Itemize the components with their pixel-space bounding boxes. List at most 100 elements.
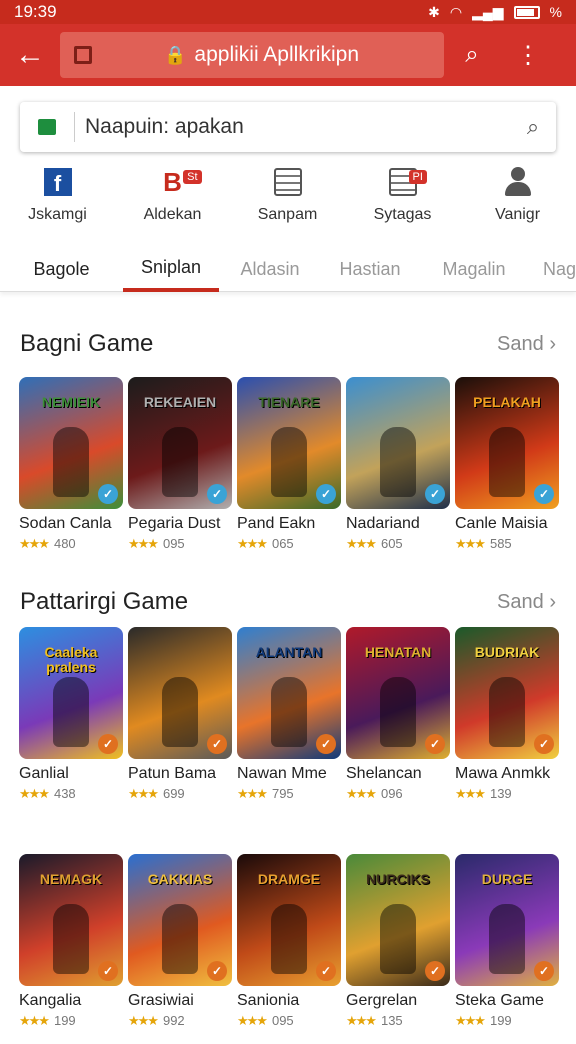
game-name: Nawan Mme: [237, 765, 327, 782]
game-thumbnail[interactable]: REKEAIEN ✓: [128, 377, 232, 509]
stars-icon: ★★★: [19, 1013, 50, 1028]
tab-magalin[interactable]: Magalin: [419, 246, 529, 292]
category-item-b[interactable]: B St Aldekan: [115, 164, 230, 236]
game-card[interactable]: NEMIEIK ✓ Sodan Canla ★★★ 480: [19, 377, 123, 552]
category-label: Sanpam: [257, 206, 318, 223]
tabs-icon[interactable]: [74, 46, 92, 64]
category-item-calendar[interactable]: Sanpam: [230, 164, 345, 236]
character-figure: [271, 427, 307, 497]
character-figure: [162, 427, 198, 497]
character-figure: [53, 677, 89, 747]
search-input[interactable]: Naapuin: apakan: [85, 115, 510, 139]
game-card[interactable]: NEMAGK ✓ Kangalia ★★★ 199: [19, 854, 123, 1029]
verified-icon: ✓: [534, 484, 554, 504]
facebook-icon: f: [43, 168, 72, 196]
character-figure: [380, 904, 416, 974]
chevron-right-icon: ›: [549, 333, 556, 355]
game-rating: ★★★ 095: [128, 536, 185, 551]
game-thumbnail[interactable]: Caaleka pralens ✓: [19, 627, 123, 759]
check-icon: ✓: [98, 961, 118, 981]
game-thumbnail[interactable]: ALANTAN ✓: [237, 627, 341, 759]
badge: St: [183, 170, 202, 184]
game-card[interactable]: PELAKAH ✓ Canle Maisia ★★★ 585: [455, 377, 559, 552]
game-card[interactable]: ✓ Patun Bama ★★★ 699: [128, 627, 232, 802]
character-figure: [162, 904, 198, 974]
game-thumbnail[interactable]: TIENARE ✓: [237, 377, 341, 509]
check-icon: ✓: [534, 734, 554, 754]
wifi-icon: ◠: [449, 3, 463, 20]
game-name: Canle Maisia: [455, 515, 548, 532]
tab-hastian[interactable]: Hastian: [321, 246, 419, 292]
category-label: Sytagas: [373, 206, 432, 223]
stars-icon: ★★★: [128, 1013, 159, 1028]
game-rating: ★★★ 065: [237, 536, 294, 551]
verified-icon: ✓: [98, 484, 118, 504]
game-thumbnail[interactable]: NURCIKS ✓: [346, 854, 450, 986]
category-item-person[interactable]: Vanigr: [460, 164, 575, 236]
character-figure: [489, 677, 525, 747]
game-art-title: Caaleka pralens: [44, 644, 98, 675]
game-name: Gergrelan: [346, 992, 418, 1009]
game-rating: ★★★ 139: [455, 786, 512, 801]
game-thumbnail[interactable]: DRAMGE ✓: [237, 854, 341, 986]
url-text: applikii Apllkrikipn: [194, 43, 359, 66]
game-thumbnail[interactable]: DURGE ✓: [455, 854, 559, 986]
signal-icon: ▂▄▆: [472, 3, 504, 20]
divider: [74, 112, 75, 142]
check-icon: ✓: [207, 734, 227, 754]
game-thumbnail[interactable]: BUDRIAK ✓: [455, 627, 559, 759]
game-card[interactable]: GAKKIAS ✓ Grasiwiai ★★★ 992: [128, 854, 232, 1029]
game-rating: ★★★ 480: [19, 536, 76, 551]
category-item-facebook[interactable]: f Jskamgi: [0, 164, 115, 236]
game-card[interactable]: DURGE ✓ Steka Game ★★★ 199: [455, 854, 559, 1029]
search-icon[interactable]: ⌕: [510, 114, 556, 140]
tab-bagole[interactable]: Bagole: [0, 246, 123, 292]
game-card[interactable]: Caaleka pralens ✓ Ganlial ★★★ 438: [19, 627, 123, 802]
character-figure: [271, 677, 307, 747]
game-card[interactable]: TIENARE ✓ Pand Eakn ★★★ 065: [237, 377, 341, 552]
tab-nag[interactable]: Nag: [529, 246, 576, 292]
game-rating: ★★★ 199: [455, 1013, 512, 1028]
tab-aldasin[interactable]: Aldasin: [219, 246, 321, 292]
lock-icon: 🔒: [164, 44, 187, 65]
section-more-link[interactable]: Sand ›: [497, 333, 556, 356]
game-thumbnail[interactable]: PELAKAH ✓: [455, 377, 559, 509]
game-card[interactable]: HENATAN ✓ Shelancan ★★★ 096: [346, 627, 450, 802]
character-figure: [53, 427, 89, 497]
game-card[interactable]: NURCIKS ✓ Gergrelan ★★★ 135: [346, 854, 450, 1029]
game-thumbnail[interactable]: NEMIEIK ✓: [19, 377, 123, 509]
character-figure: [489, 904, 525, 974]
game-art-title: DRAMGE: [257, 871, 321, 887]
game-thumbnail[interactable]: NEMAGK ✓: [19, 854, 123, 986]
store-bag-icon: [20, 119, 74, 135]
game-rating: ★★★ 699: [128, 786, 185, 801]
section-more-link[interactable]: Sand ›: [497, 591, 556, 614]
game-thumbnail[interactable]: GAKKIAS ✓: [128, 854, 232, 986]
game-thumbnail[interactable]: ✓: [346, 377, 450, 509]
battery-icon: [513, 5, 540, 19]
game-rating: ★★★ 135: [346, 1013, 403, 1028]
game-thumbnail[interactable]: ✓: [128, 627, 232, 759]
game-rating: ★★★ 585: [455, 536, 512, 551]
search-button[interactable]: ⌕: [444, 24, 500, 86]
status-icons: ✱ ◠ ▂▄▆ %: [428, 4, 562, 21]
category-item-document[interactable]: PI Sytagas: [345, 164, 460, 236]
game-card[interactable]: REKEAIEN ✓ Pegaria Dust ★★★ 095: [128, 377, 232, 552]
game-thumbnail[interactable]: HENATAN ✓: [346, 627, 450, 759]
back-button[interactable]: ←: [0, 24, 60, 86]
game-card[interactable]: ALANTAN ✓ Nawan Mme ★★★ 795: [237, 627, 341, 802]
game-card[interactable]: ✓ Nadariand ★★★ 605: [346, 377, 450, 552]
category-label: Aldekan: [143, 206, 202, 223]
game-card[interactable]: BUDRIAK ✓ Mawa Anmkk ★★★ 139: [455, 627, 559, 802]
overflow-menu-button[interactable]: ⋮: [500, 24, 556, 86]
game-card[interactable]: DRAMGE ✓ Sanionia ★★★ 095: [237, 854, 341, 1029]
game-name: Patun Bama: [128, 765, 217, 782]
game-rating: ★★★ 992: [128, 1013, 185, 1028]
check-icon: ✓: [425, 961, 445, 981]
arrow-left-icon: ←: [15, 38, 45, 71]
search-bar[interactable]: Naapuin: apakan ⌕: [20, 102, 556, 152]
tab-bar: Bagole Sniplan Aldasin Hastian Magalin N…: [0, 246, 576, 292]
game-art-title: PELAKAH: [473, 394, 541, 410]
tab-sniplan[interactable]: Sniplan: [123, 246, 219, 292]
url-bar[interactable]: 🔒 applikii Apllkrikipn: [60, 32, 444, 78]
